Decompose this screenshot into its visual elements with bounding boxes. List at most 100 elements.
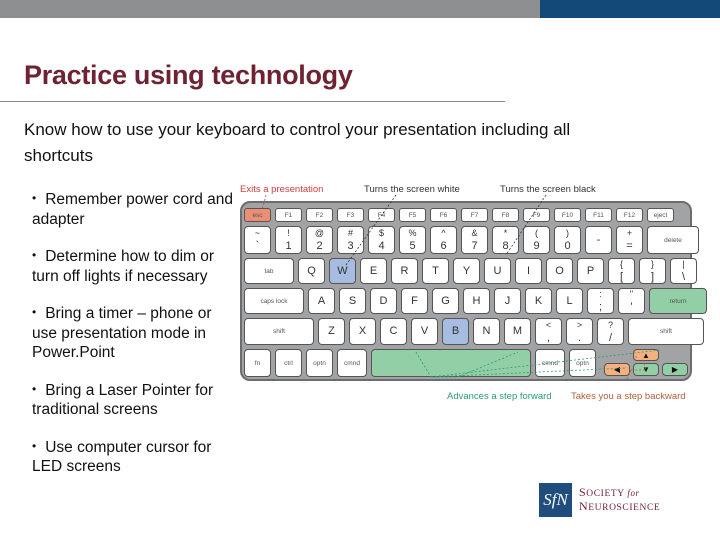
bullet-icon: • — [32, 191, 37, 205]
key-h[interactable]: H — [463, 288, 490, 314]
key-f4[interactable]: F4 — [368, 208, 395, 222]
key-number-`[interactable]: ~ ` — [244, 226, 271, 254]
arrow-up-icon: ▲ — [642, 350, 650, 360]
key-caps-lock[interactable]: caps lock — [244, 288, 304, 314]
key-[interactable]: >. — [566, 318, 593, 345]
key-q[interactable]: Q — [298, 258, 325, 284]
sfn-logo: SfN SOCIETY for NEUROSCIENCE — [539, 483, 660, 517]
key-d[interactable]: D — [370, 288, 397, 314]
key-x[interactable]: X — [349, 318, 376, 345]
sfn-logo-mark: SfN — [539, 483, 572, 517]
key-number-8[interactable]: * 8 — [492, 226, 519, 254]
key-[interactable]: <, — [535, 318, 562, 345]
key-t[interactable]: T — [422, 258, 449, 284]
key-[interactable]: " ' — [618, 288, 645, 314]
key-k[interactable]: K — [525, 288, 552, 314]
key-number-0[interactable]: ) 0 — [554, 226, 581, 254]
bullet-item: • Bring a timer – phone or use presentati… — [32, 305, 212, 361]
key-s[interactable]: S — [339, 288, 366, 314]
key-g[interactable]: G — [432, 288, 459, 314]
key-f5[interactable]: F5 — [399, 208, 426, 222]
bullet-item: • Use computer cursor for LED screens — [32, 438, 212, 476]
bullet-icon: • — [32, 438, 37, 453]
key-r[interactable]: R — [391, 258, 418, 284]
key-f2[interactable]: F2 — [306, 208, 333, 222]
key-number-=[interactable]: + = — [616, 226, 643, 254]
key-f[interactable]: F — [401, 288, 428, 314]
key-esc[interactable]: esc — [244, 208, 271, 222]
key-[interactable]: ? / — [597, 318, 624, 345]
key-ctrl[interactable]: ctrl — [275, 349, 302, 377]
key-shift-right[interactable]: shift — [628, 318, 704, 345]
title-divider — [0, 101, 505, 102]
key-f7[interactable]: F7 — [461, 208, 488, 222]
key-arrow-right[interactable]: ▶ — [662, 363, 688, 376]
key-z[interactable]: Z — [318, 318, 345, 345]
key-number-2[interactable]: @2 — [306, 226, 333, 254]
key-number-4[interactable]: $4 — [368, 226, 395, 254]
arrow-down-icon: ▼ — [642, 365, 650, 374]
key-number-7[interactable]: & 7 — [461, 226, 488, 254]
key-o[interactable]: O — [546, 258, 573, 284]
key-[interactable]: | \ — [670, 258, 697, 284]
key-v[interactable]: V — [411, 318, 438, 345]
key-optn-right[interactable]: optn — [569, 349, 596, 377]
key-f1[interactable]: F1 — [275, 208, 302, 222]
key-c[interactable]: C — [380, 318, 407, 345]
key-space[interactable] — [371, 349, 531, 377]
key-[interactable]: {[ — [608, 258, 635, 284]
key-e[interactable]: E — [360, 258, 387, 284]
key-y[interactable]: Y — [453, 258, 480, 284]
key-f3[interactable]: F3 — [337, 208, 364, 222]
key-a[interactable]: A — [308, 288, 335, 314]
key-f10[interactable]: F10 — [554, 208, 581, 222]
key-cmnd-right[interactable]: cmnd — [535, 349, 565, 377]
bullet-item: • Bring a Laser Pointer for traditional s… — [32, 381, 214, 419]
key-optn-left[interactable]: optn — [306, 349, 333, 377]
key-number--[interactable]: - — [585, 226, 612, 254]
arrow-left-icon: ◀ — [613, 365, 621, 374]
key-arrow-up[interactable]: ▲ — [633, 349, 659, 361]
bullet-item: • Remember power cord and adapter — [32, 191, 234, 228]
key-b[interactable]: B — [442, 318, 469, 345]
key-f8[interactable]: F8 — [492, 208, 519, 222]
key-f11[interactable]: F11 — [585, 208, 612, 222]
key-arrow-left[interactable]: ◀ — [604, 363, 630, 376]
annotation-forward: Advances a step forward — [447, 391, 552, 402]
key-tab[interactable]: tab — [244, 258, 294, 284]
key-p[interactable]: P — [577, 258, 604, 284]
key-w[interactable]: W — [329, 258, 356, 284]
key-number-6[interactable]: ^ 6 — [430, 226, 457, 254]
key-cmnd-left[interactable]: cmnd — [337, 349, 367, 377]
bullet-list: • Remember power cord and adapter • Determ… — [32, 189, 237, 494]
sfn-logo-text: SOCIETY for NEUROSCIENCE — [579, 485, 661, 513]
slide-title: Practice using technology — [24, 60, 353, 90]
key-return[interactable]: return — [649, 288, 707, 314]
key-f9[interactable]: F9 — [523, 208, 550, 222]
bullet-icon: • — [32, 381, 37, 396]
arrow-right-icon: ▶ — [671, 365, 679, 374]
key-i[interactable]: I — [515, 258, 542, 284]
key-[interactable]: }] — [639, 258, 666, 284]
key-m[interactable]: M — [504, 318, 531, 345]
key-shift-left[interactable]: shift — [244, 318, 314, 345]
key-u[interactable]: U — [484, 258, 511, 284]
header-bar-blue — [540, 0, 720, 18]
key-l[interactable]: L — [556, 288, 583, 314]
key-number-5[interactable]: % 5 — [399, 226, 426, 254]
key-delete[interactable]: delete — [647, 226, 699, 254]
annotation-black: Turns the screen black — [500, 184, 596, 195]
key-f6[interactable]: F6 — [430, 208, 457, 222]
key-fn[interactable]: fn — [244, 349, 271, 377]
bullet-item: • Determine how to dim or turn off lights… — [32, 248, 215, 285]
key-[interactable]: :; — [587, 288, 614, 314]
slide-subtitle: Know how to use your keyboard to control… — [24, 120, 571, 165]
key-number-3[interactable]: #3 — [337, 226, 364, 254]
key-f12[interactable]: F12 — [616, 208, 643, 222]
key-number-9[interactable]: (9 — [523, 226, 550, 254]
key-arrow-down[interactable]: ▼ — [633, 363, 659, 376]
key-eject[interactable]: eject — [647, 208, 674, 222]
key-n[interactable]: N — [473, 318, 500, 345]
key-number-1[interactable]: ! 1 — [275, 226, 302, 254]
key-j[interactable]: J — [494, 288, 521, 314]
